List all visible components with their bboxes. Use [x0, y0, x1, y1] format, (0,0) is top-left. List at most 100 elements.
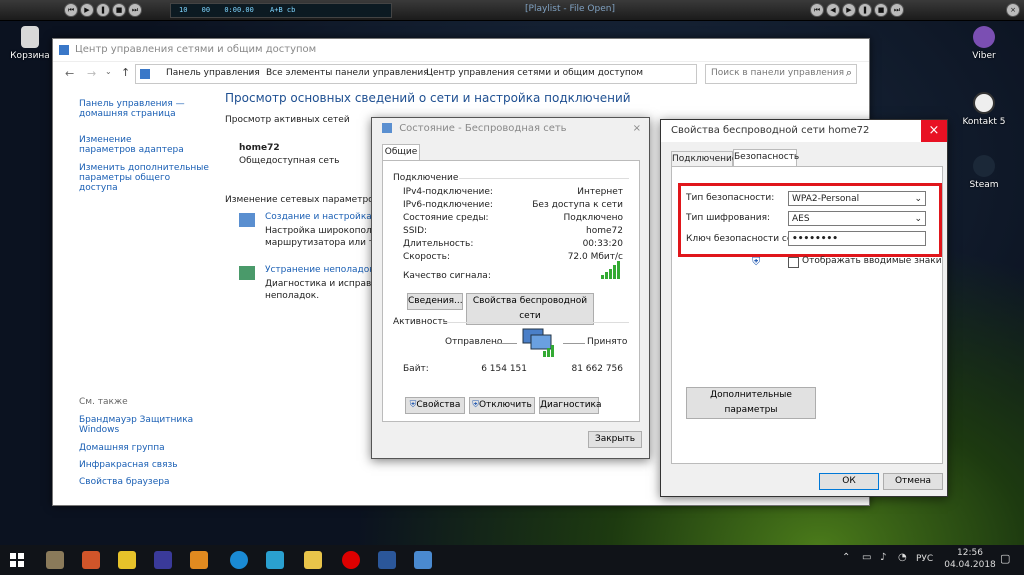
disable-button[interactable]: ⛨Отключить	[469, 397, 535, 414]
app7-icon[interactable]	[266, 551, 284, 569]
app4-icon[interactable]	[154, 551, 172, 569]
language-indicator[interactable]: РУС	[916, 554, 933, 564]
breadcrumb-item-cp[interactable]: Панель управления	[166, 68, 260, 78]
clock-date[interactable]: 04.04.2018	[944, 560, 996, 570]
next2-icon[interactable]: ⏭	[890, 3, 904, 17]
desktop-steam[interactable]: Steam	[954, 155, 1014, 190]
notifications-icon[interactable]: ▢	[1000, 552, 1010, 565]
control-panel-taskbar-icon[interactable]	[414, 551, 432, 569]
sent-label: Отправлено	[445, 337, 503, 347]
see-also-homegroup[interactable]: Домашняя группа	[79, 443, 165, 453]
file-explorer-icon[interactable]	[304, 551, 322, 569]
address-bar[interactable]: Панель управления › Все элементы панели …	[135, 64, 697, 84]
received-label: Принято	[587, 337, 628, 347]
bytes-sent-value: 6 154 151	[481, 364, 527, 374]
ipv4-label: IPv4-подключение:	[403, 187, 493, 197]
kontakt-label: Kontakt 5	[962, 117, 1006, 127]
app3-icon[interactable]	[118, 551, 136, 569]
tray-network-icon[interactable]: ◔	[898, 552, 907, 563]
app2-icon[interactable]	[82, 551, 100, 569]
props-titlebar: Свойства беспроводной сети home72	[661, 120, 947, 142]
props-title: Свойства беспроводной сети home72	[671, 125, 870, 136]
status-tab-panel: Подключение IPv4-подключение: Интернет I…	[382, 160, 640, 422]
see-also-browser[interactable]: Свойства браузера	[79, 477, 169, 487]
see-also-firewall[interactable]: Брандмауэр Защитника Windows	[79, 415, 199, 435]
close-button[interactable]: Закрыть	[588, 431, 642, 448]
history-chevron-icon[interactable]: ⌄	[105, 67, 112, 76]
next-icon[interactable]: ⏭	[128, 3, 142, 17]
activity-group-label: Активность	[393, 317, 448, 327]
desktop-viber[interactable]: Viber	[954, 26, 1014, 61]
play-icon[interactable]: ▶	[80, 3, 94, 17]
encryption-type-select[interactable]: AES ⌄	[788, 211, 926, 226]
active-networks-heading: Просмотр активных сетей	[225, 115, 350, 125]
shield-icon-2: ⛨	[472, 400, 479, 410]
details-button[interactable]: Сведения...	[407, 293, 463, 310]
word-icon[interactable]	[378, 551, 396, 569]
back-icon[interactable]: ←	[65, 67, 74, 80]
encryption-type-label: Тип шифрования:	[686, 213, 771, 223]
ipv6-label: IPv6-подключение:	[403, 200, 493, 210]
props-close-icon[interactable]: ×	[921, 120, 947, 142]
props-close-glyph: ×	[928, 123, 940, 138]
status-close-icon[interactable]: ×	[633, 118, 641, 140]
winamp-bar: 10 00 0:00.00 A+B cb [Playlist - File Op…	[0, 0, 1024, 21]
sidebar-adapter-link[interactable]: Изменение параметров адаптера	[79, 135, 189, 155]
opera-icon[interactable]	[342, 551, 360, 569]
diagnose-button[interactable]: Диагностика	[539, 397, 602, 414]
tray-volume-icon[interactable]: ♪	[880, 552, 886, 563]
security-type-select[interactable]: WPA2-Personal ⌄	[788, 191, 926, 206]
security-key-input[interactable]: ••••••••	[788, 231, 926, 246]
stop2-icon[interactable]: ■	[874, 3, 888, 17]
status-titlebar: Состояние - Беспроводная сеть ×	[372, 118, 649, 140]
steam-label: Steam	[969, 180, 999, 190]
prev-icon[interactable]: ⏮	[64, 3, 78, 17]
app5-icon[interactable]	[190, 551, 208, 569]
breadcrumb-sep2-icon: ›	[412, 68, 416, 78]
start-icon[interactable]	[10, 553, 24, 567]
cancel-button[interactable]: Отмена	[883, 473, 943, 490]
kontakt-icon	[973, 92, 995, 114]
play2-icon[interactable]: ▶	[842, 3, 856, 17]
advanced-settings-button[interactable]: Дополнительные параметры	[686, 387, 816, 419]
up-icon[interactable]: ↑	[121, 66, 130, 79]
rew-icon[interactable]: ◀	[826, 3, 840, 17]
media-state-value: Подключено	[563, 213, 623, 223]
forward-icon[interactable]: →	[87, 67, 96, 80]
clock-time[interactable]: 12:56	[950, 548, 990, 558]
tray-app-icon[interactable]: ▭	[862, 552, 871, 563]
desktop-recycle-bin[interactable]: Корзина	[0, 26, 60, 61]
stop-icon[interactable]: ■	[112, 3, 126, 17]
see-also-infrared[interactable]: Инфракрасная связь	[79, 460, 178, 470]
pause-icon[interactable]: ❚	[96, 3, 110, 17]
tab-general[interactable]: Общие	[382, 144, 420, 161]
search-placeholder: Поиск в панели управления	[711, 68, 844, 78]
app1-icon[interactable]	[46, 551, 64, 569]
create-desc2: маршрутизатора или точ	[265, 238, 385, 248]
tray-chevron-icon[interactable]: ⌃	[842, 552, 850, 563]
desktop-kontakt[interactable]: Kontakt 5	[954, 92, 1014, 127]
troubleshoot-icon	[239, 266, 255, 280]
search-input[interactable]: Поиск в панели управления ⌕	[705, 64, 857, 84]
app6-icon[interactable]	[230, 551, 248, 569]
ok-button[interactable]: ОК	[819, 473, 879, 490]
create-connection-link[interactable]: Создание и настройка но	[265, 212, 386, 222]
uac-shield-icon: ⛨	[752, 255, 761, 268]
prev2-icon[interactable]: ⏮	[810, 3, 824, 17]
close-winamp-icon[interactable]: ×	[1006, 3, 1020, 17]
troubleshoot-link[interactable]: Устранение неполадок	[265, 265, 375, 275]
viber-label: Viber	[972, 51, 996, 61]
wireless-properties-button[interactable]: Свойства беспроводной сети	[466, 293, 594, 325]
pause2-icon[interactable]: ❚	[858, 3, 872, 17]
sidebar-sharing-link[interactable]: Изменить дополнительные параметры общего…	[79, 163, 209, 193]
sidebar-home-link[interactable]: Панель управления — домашняя страница	[79, 99, 189, 119]
create-desc1: Настройка широкополос	[265, 226, 383, 236]
breadcrumb-item-all[interactable]: Все элементы панели управления	[266, 68, 429, 78]
properties-button[interactable]: ⛨Свойства	[405, 397, 465, 414]
connection-group-label: Подключение	[393, 173, 459, 183]
show-characters-checkbox[interactable]	[788, 257, 799, 268]
breadcrumb-item-network[interactable]: Центр управления сетями и общим доступом	[426, 68, 643, 78]
search-icon[interactable]: ⌕	[846, 66, 852, 80]
show-characters-label: Отображать вводимые знаки	[802, 256, 942, 266]
breadcrumb-sep-icon: ›	[250, 68, 254, 78]
